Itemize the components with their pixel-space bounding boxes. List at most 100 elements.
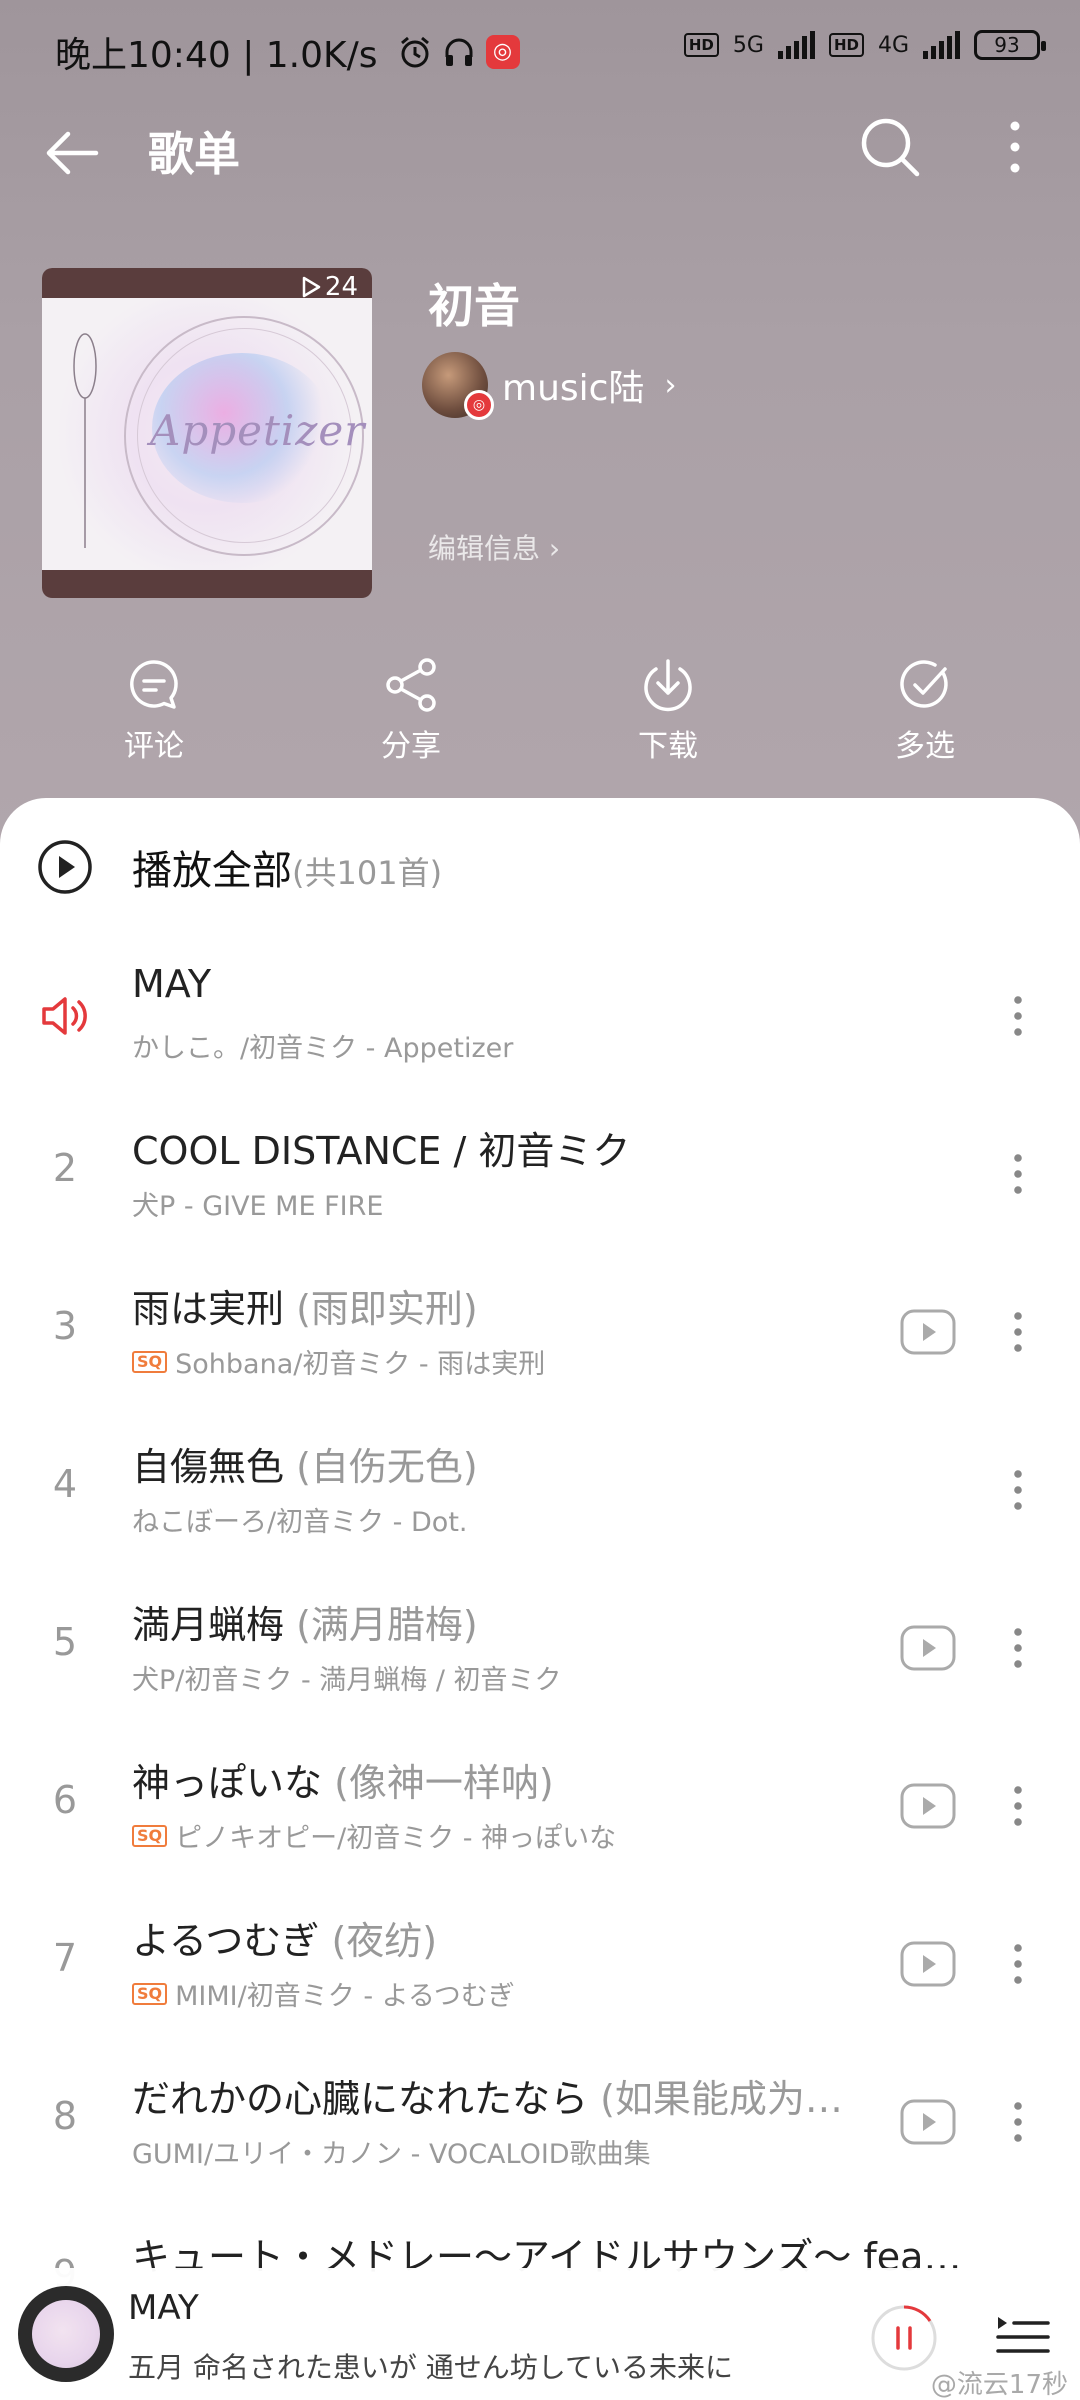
song-title-text: 満月蝋梅 <box>132 1603 285 1647</box>
song-index: 6 <box>52 1778 78 1822</box>
song-row-1[interactable]: MAY かしこ。/初音ミク - Appetizer <box>0 938 1080 1096</box>
playlist-cover[interactable]: Appetizer 24 <box>42 268 372 598</box>
mini-player-song: MAY <box>128 2288 199 2328</box>
comment-icon <box>130 660 178 709</box>
song-title-text: よるつむぎ <box>132 1919 320 1963</box>
mini-player-cover <box>32 2300 100 2368</box>
song-title: MAY <box>132 962 902 1006</box>
status-bar: 晚上10:40 | 1.0K/s ◎ HD 5G HD 4G 93 <box>0 0 1080 100</box>
song-subtitle: SQ Sohbana/初音ミク - 雨は実刑 <box>132 1342 892 1381</box>
hd-badge-1: HD <box>683 33 719 57</box>
net-label-4g: 4G <box>877 32 909 58</box>
song-count: (共101首) <box>292 854 443 892</box>
mv-play-icon[interactable] <box>900 2099 956 2145</box>
song-more-icon[interactable] <box>1000 1146 1036 1202</box>
mv-play-icon[interactable] <box>900 1941 956 1987</box>
page-title: 歌单 <box>148 127 240 181</box>
play-count: 24 <box>301 272 358 302</box>
song-alias: (如果能成为… <box>600 2077 843 2121</box>
hd-badge-2: HD <box>828 33 864 57</box>
signal-icon-1 <box>777 31 815 59</box>
song-row-8[interactable]: 8 だれかの心臓になれたなら (如果能成为… GUMI/ユリイ・カノン - VO… <box>0 2044 1080 2202</box>
song-subtitle: 犬P - GIVE ME FIRE <box>132 1191 384 1222</box>
song-subtitle: 犬P/初音ミク - 満月蝋梅 / 初音ミク <box>132 1665 562 1696</box>
song-title-text: COOL DISTANCE / 初音ミク <box>132 1129 631 1173</box>
top-nav: 歌单 <box>0 100 1080 200</box>
song-more-icon[interactable] <box>1000 1462 1036 1518</box>
back-arrow-icon[interactable] <box>38 118 108 188</box>
song-subtitle: SQ MIMI/初音ミク - よるつむぎ <box>132 1974 892 2013</box>
share-label: 分享 <box>381 729 441 764</box>
song-row-7[interactable]: 7 よるつむぎ (夜纺) SQ MIMI/初音ミク - よるつむぎ <box>0 1886 1080 2044</box>
song-more-icon[interactable] <box>1000 1620 1036 1676</box>
song-more-icon[interactable] <box>1000 988 1036 1044</box>
mini-player-lyric: 五月 命名された患いが 通せん坊している未来に <box>128 2351 733 2384</box>
signal-icon-2 <box>923 31 960 59</box>
song-row-2[interactable]: 2 COOL DISTANCE / 初音ミク 犬P - GIVE ME FIRE <box>0 1096 1080 1254</box>
more-vertical-icon[interactable] <box>995 112 1035 182</box>
comment-button[interactable]: 评论 <box>84 655 224 765</box>
song-index: 3 <box>52 1304 78 1348</box>
song-more-icon[interactable] <box>1000 1936 1036 1992</box>
song-alias: (自伤无色) <box>296 1445 478 1489</box>
cover-logo-appetizer: Appetizer <box>150 406 366 455</box>
song-more-icon[interactable] <box>1000 1304 1036 1360</box>
play-all-row[interactable]: 播放全部(共101首) <box>0 820 1080 910</box>
share-button[interactable]: 分享 <box>341 655 481 765</box>
net-label-5g: 5G <box>732 32 764 58</box>
chevron-right-icon: › <box>548 532 561 565</box>
song-row-6[interactable]: 6 神っぽいな (像神一样呐) SQ ピノキオピー/初音ミク - 神っぽいな <box>0 1728 1080 1886</box>
spoon-illustration <box>73 333 97 548</box>
download-button[interactable]: 下载 <box>598 655 738 765</box>
alarm-icon <box>400 36 429 68</box>
playlist-queue-icon[interactable] <box>996 2312 1050 2362</box>
song-alias: (雨即实刑) <box>296 1287 478 1331</box>
vip-badge-icon: ◎ <box>464 390 494 420</box>
headphones-icon <box>445 38 473 66</box>
song-index: 8 <box>52 2094 78 2138</box>
song-title: COOL DISTANCE / 初音ミク <box>132 1120 902 1175</box>
song-row-4[interactable]: 4 自傷無色 (自伤无色) ねこぼーろ/初音ミク - Dot. <box>0 1412 1080 1570</box>
pause-icon[interactable] <box>870 2304 938 2372</box>
search-icon[interactable] <box>855 112 925 182</box>
song-index: 5 <box>52 1620 78 1664</box>
edit-info-link[interactable]: 编辑信息 › <box>428 527 560 567</box>
playlist-title: 初音 <box>428 279 520 333</box>
edit-info-label: 编辑信息 <box>428 532 541 565</box>
play-count-icon <box>302 276 321 298</box>
mv-play-icon[interactable] <box>900 1625 956 1671</box>
song-subtitle-text: ピノキオピー/初音ミク - 神っぽいな <box>175 1823 617 1854</box>
mv-play-icon[interactable] <box>900 1783 956 1829</box>
sq-badge-icon: SQ <box>132 1350 168 1373</box>
battery-icon: 93 <box>974 30 1046 60</box>
multi-select-button[interactable]: 多选 <box>855 655 995 765</box>
song-row-3[interactable]: 3 雨は実刑 (雨即实刑) SQ Sohbana/初音ミク - 雨は実刑 <box>0 1254 1080 1412</box>
mini-player-disc[interactable] <box>18 2286 114 2382</box>
mv-play-icon[interactable] <box>900 1309 956 1355</box>
song-title-text: 自傷無色 <box>132 1445 285 1489</box>
song-more-icon[interactable] <box>1000 2094 1036 2150</box>
song-title: 雨は実刑 (雨即实刑) <box>132 1278 902 1333</box>
song-title: 自傷無色 (自伤无色) <box>132 1436 902 1491</box>
song-index: 7 <box>52 1936 78 1980</box>
creator-link[interactable]: ◎ music陆 › <box>422 352 677 420</box>
status-left: 晚上10:40 | 1.0K/s ◎ <box>55 26 520 78</box>
sq-badge-icon: SQ <box>132 1824 168 1847</box>
status-time: 晚上10:40 | 1.0K/s <box>55 35 378 76</box>
song-index: 4 <box>52 1462 78 1506</box>
song-alias: (夜纺) <box>331 1919 438 1963</box>
status-right: HD 5G HD 4G 93 <box>683 30 1046 60</box>
song-list-panel: 播放全部(共101首) MAY かしこ。/初音ミク - Appetizer 2 … <box>0 798 1080 2400</box>
creator-name: music陆 <box>502 368 645 409</box>
song-title: 神っぽいな (像神一样呐) <box>132 1752 902 1807</box>
watermark: @流云17秒 <box>930 2370 1068 2400</box>
song-title-text: 神っぽいな <box>132 1761 323 1805</box>
song-more-icon[interactable] <box>1000 1778 1036 1834</box>
song-row-5[interactable]: 5 満月蝋梅 (满月腊梅) 犬P/初音ミク - 満月蝋梅 / 初音ミク <box>0 1570 1080 1728</box>
chevron-right-icon: › <box>664 367 677 403</box>
song-subtitle: GUMI/ユリイ・カノン - VOCALOID歌曲集 <box>132 2139 651 2170</box>
multi-select-label: 多选 <box>895 729 955 764</box>
avatar: ◎ <box>422 352 494 420</box>
song-title-text: MAY <box>132 962 212 1006</box>
mini-player[interactable]: MAY 五月 命名された患いが 通せん坊している未来に <box>0 2268 1080 2400</box>
